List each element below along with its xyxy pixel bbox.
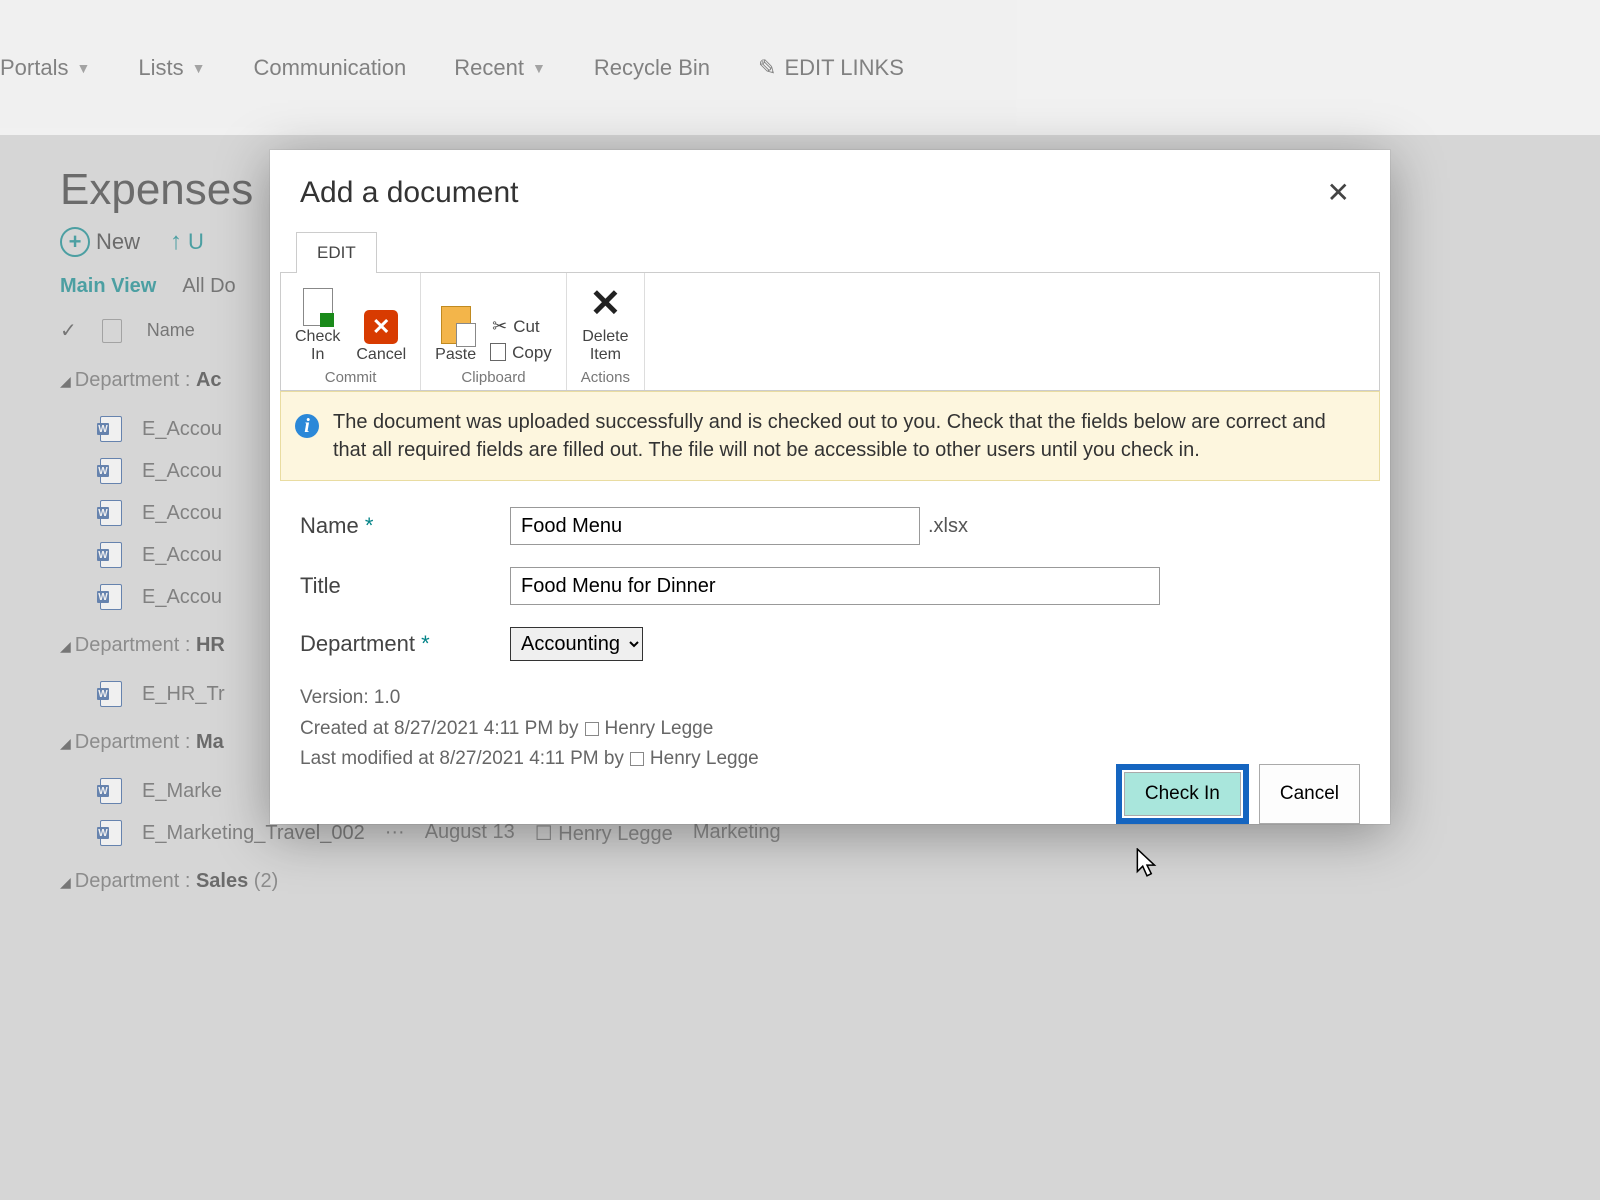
ribbon-cancel-button[interactable]: ✕ Cancel <box>356 310 406 364</box>
cancel-button[interactable]: Cancel <box>1259 764 1360 824</box>
ribbon-copy-button[interactable]: Copy <box>492 343 552 363</box>
department-select[interactable]: Accounting <box>510 627 643 661</box>
title-field[interactable] <box>510 567 1160 605</box>
cancel-x-icon: ✕ <box>364 310 398 344</box>
info-icon: i <box>295 414 319 438</box>
ribbon-group-label: Actions <box>581 369 630 386</box>
ribbon: EDIT Check In ✕ Cancel Commit <box>280 231 1380 391</box>
info-banner: i The document was uploaded successfully… <box>280 391 1380 481</box>
name-field[interactable] <box>510 507 920 545</box>
ribbon-group-actions: ✕ Delete Item Actions <box>567 273 645 390</box>
ribbon-checkin-button[interactable]: Check In <box>295 288 340 363</box>
ribbon-group-label: Clipboard <box>435 369 552 386</box>
dialog-title: Add a document <box>300 176 518 210</box>
created-text: Created at 8/27/2021 4:11 PM by <box>300 718 579 739</box>
created-user: Henry Legge <box>605 718 714 739</box>
user-presence-icon <box>585 722 599 736</box>
paste-icon <box>441 306 471 344</box>
scissors-icon: ✂ <box>492 316 507 337</box>
department-label: Department * <box>300 631 510 657</box>
tab-edit[interactable]: EDIT <box>296 232 377 273</box>
metadata-block: Version: 1.0 Created at 8/27/2021 4:11 P… <box>300 683 1360 774</box>
tutorial-highlight: Check In <box>1116 764 1249 824</box>
add-document-dialog: Add a document ✕ EDIT Check In ✕ Cancel <box>270 150 1390 824</box>
ribbon-paste-button[interactable]: Paste <box>435 306 476 364</box>
user-presence-icon <box>630 752 644 766</box>
checkin-button[interactable]: Check In <box>1124 772 1241 816</box>
delete-x-icon: ✕ <box>589 281 621 326</box>
file-extension: .xlsx <box>928 515 968 538</box>
name-label: Name * <box>300 513 510 539</box>
ribbon-group-clipboard: Paste ✂Cut Copy Clipboard <box>421 273 567 390</box>
modified-text: Last modified at 8/27/2021 4:11 PM by <box>300 748 624 769</box>
ribbon-group-commit: Check In ✕ Cancel Commit <box>281 273 421 390</box>
close-icon[interactable]: ✕ <box>1317 172 1360 213</box>
ribbon-delete-button[interactable]: ✕ Delete Item <box>582 281 628 363</box>
checkin-icon <box>303 288 333 326</box>
copy-icon <box>492 345 506 361</box>
ribbon-cut-button[interactable]: ✂Cut <box>492 316 540 337</box>
title-label: Title <box>300 573 510 599</box>
properties-form: Name * .xlsx Title Department * Accounti… <box>270 481 1390 804</box>
modal-overlay: Add a document ✕ EDIT Check In ✕ Cancel <box>0 0 1600 1200</box>
version-text: Version: 1.0 <box>300 683 1360 713</box>
ribbon-group-label: Commit <box>295 369 406 386</box>
modified-user: Henry Legge <box>650 748 759 769</box>
